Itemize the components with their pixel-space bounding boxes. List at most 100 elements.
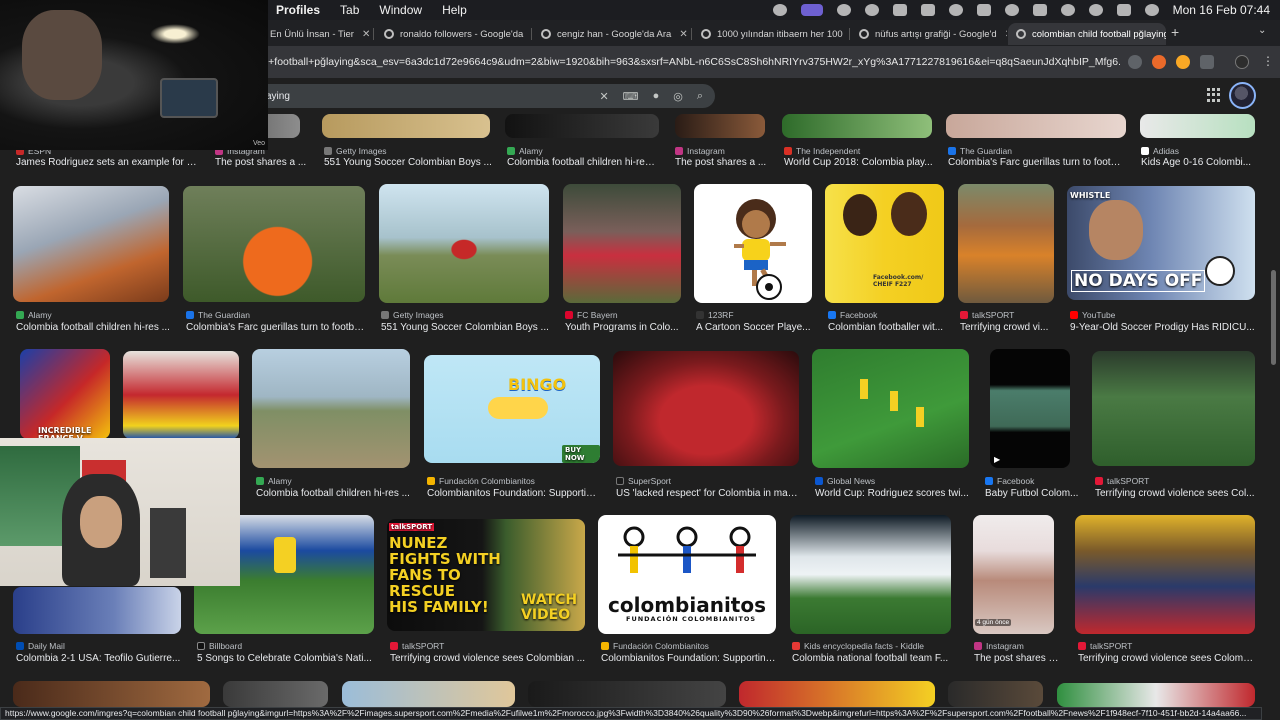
- result-title[interactable]: The post shares a ...: [215, 157, 315, 168]
- spotlight-search-icon[interactable]: [1088, 4, 1103, 16]
- tab-population[interactable]: nüfus artışı grafiği - Google'd ✕: [851, 23, 1007, 45]
- wifi-icon[interactable]: [1060, 4, 1075, 16]
- more-menu-icon[interactable]: ⋮: [1262, 54, 1274, 68]
- image-result[interactable]: INCREDIBLE FRANCE V: [20, 349, 110, 439]
- image-result[interactable]: [252, 349, 410, 468]
- result-title[interactable]: Colombia football children hi-res ...: [16, 322, 174, 333]
- result-title[interactable]: Terrifying crowd violence sees Colomb...: [1078, 653, 1255, 664]
- close-icon[interactable]: ✕: [679, 29, 687, 40]
- avatar[interactable]: [1229, 82, 1256, 109]
- google-apps-icon[interactable]: [1207, 88, 1221, 102]
- new-tab-button[interactable]: +: [1171, 24, 1179, 40]
- tab-ranking[interactable]: En Ünlü İnsan - Tier ✕: [262, 23, 372, 45]
- menu-tab[interactable]: Tab: [340, 3, 359, 17]
- menu-help[interactable]: Help: [442, 3, 467, 17]
- image-result[interactable]: [379, 184, 549, 303]
- battery-icon[interactable]: [1032, 4, 1047, 16]
- menu-text-icon[interactable]: [976, 4, 991, 16]
- result-title[interactable]: Colombia football children hi-res ...: [507, 157, 659, 168]
- result-title[interactable]: Colombia football children hi-res ...: [256, 488, 410, 499]
- siri-icon[interactable]: [1144, 4, 1159, 16]
- result-title[interactable]: 5 Songs to Celebrate Colombia's Nati...: [197, 653, 375, 664]
- image-result[interactable]: [563, 184, 681, 303]
- image-result[interactable]: [183, 186, 365, 302]
- image-result[interactable]: BINGO BUY NOW: [424, 355, 600, 463]
- profile-icon[interactable]: [1235, 55, 1249, 69]
- result-title[interactable]: Colombia's Farc guerillas turn to footba…: [186, 322, 366, 333]
- honey-extension-icon[interactable]: [1152, 55, 1166, 69]
- image-result[interactable]: ▶: [990, 349, 1070, 468]
- result-title[interactable]: Terrifying crowd vi...: [960, 322, 1055, 333]
- image-result[interactable]: WHISTLE NO DAYS OFF: [1067, 186, 1255, 300]
- image-result[interactable]: [790, 515, 951, 634]
- control-center-icon[interactable]: [1116, 4, 1131, 16]
- image-result[interactable]: [322, 114, 490, 138]
- result-title[interactable]: James Rodriguez sets an example for C...: [16, 157, 198, 168]
- menu-profiles[interactable]: Profiles: [276, 3, 320, 17]
- extension-icon[interactable]: [1176, 55, 1190, 69]
- image-result[interactable]: [739, 681, 935, 707]
- image-result[interactable]: [1140, 114, 1255, 138]
- image-result[interactable]: [946, 114, 1126, 138]
- result-title[interactable]: Kids Age 0-16 Colombi...: [1141, 157, 1255, 168]
- result-title[interactable]: Youth Programs in Colo...: [565, 322, 681, 333]
- puzzle-extensions-icon[interactable]: [1200, 55, 1214, 69]
- search-input[interactable]: aying ✕ ⌨ ● ◎ ⌕: [240, 84, 715, 108]
- image-result[interactable]: [812, 349, 969, 468]
- image-result[interactable]: [13, 587, 181, 634]
- image-result[interactable]: 4 gün önce: [973, 515, 1054, 634]
- image-result[interactable]: [1092, 351, 1255, 466]
- image-result[interactable]: [694, 184, 812, 303]
- result-title[interactable]: World Cup: Rodriguez scores twi...: [815, 488, 970, 499]
- result-title[interactable]: Colombia's Farc guerillas turn to footb.…: [948, 157, 1124, 168]
- image-result[interactable]: [613, 351, 799, 466]
- image-result[interactable]: talkSPORT NUNEZ FIGHTS WITH FANS TO RESC…: [387, 519, 585, 631]
- creative-cloud-icon[interactable]: [772, 4, 787, 16]
- tab-cengiz-han[interactable]: cengiz han - Google'da Ara ✕: [533, 23, 691, 45]
- page-scrollbar[interactable]: [1271, 270, 1276, 365]
- image-result[interactable]: [782, 114, 932, 138]
- microphone-icon[interactable]: ●: [653, 90, 660, 103]
- image-result[interactable]: [1075, 515, 1255, 634]
- result-title[interactable]: Colombianitos Foundation: Supportin...: [427, 488, 599, 499]
- result-title[interactable]: Colombianitos Foundation: Supporting...: [601, 653, 777, 664]
- image-result[interactable]: [958, 184, 1054, 303]
- result-title[interactable]: 551 Young Soccer Colombian Boys ...: [381, 322, 549, 333]
- result-title[interactable]: Terrifying crowd violence sees Colombian…: [390, 653, 586, 664]
- menu-bar-clock[interactable]: Mon 16 Feb 07:44: [1173, 3, 1270, 17]
- image-result[interactable]: [13, 681, 210, 707]
- image-result[interactable]: [223, 681, 328, 707]
- result-title[interactable]: Colombia national football team F...: [792, 653, 952, 664]
- image-result[interactable]: [528, 681, 726, 707]
- tab-colombian-child-football[interactable]: colombian child football pğlaying ✕: [1008, 23, 1166, 45]
- tab-1000-years[interactable]: 1000 yılından itibaern her 100✕: [693, 23, 849, 45]
- result-title[interactable]: Baby Futbol Colom...: [985, 488, 1080, 499]
- image-result[interactable]: [675, 114, 765, 138]
- github-icon[interactable]: [864, 4, 879, 16]
- pen-icon[interactable]: [920, 4, 935, 16]
- result-title[interactable]: Colombia 2-1 USA: Teofilo Gutierre...: [16, 653, 186, 664]
- screen-recorder-icon[interactable]: [800, 4, 823, 16]
- image-result[interactable]: [123, 351, 239, 439]
- result-title[interactable]: A Cartoon Soccer Playe...: [696, 322, 812, 333]
- keyboard-icon[interactable]: ⌨: [623, 90, 639, 103]
- tab-ronaldo[interactable]: ronaldo followers - Google'da✕: [376, 23, 531, 45]
- image-result[interactable]: [1057, 683, 1255, 707]
- result-title[interactable]: Terrifying crowd violence sees Col...: [1095, 488, 1255, 499]
- lens-extension-icon[interactable]: [1128, 55, 1142, 69]
- close-icon[interactable]: ✕: [362, 29, 370, 40]
- chevron-down-icon[interactable]: ⌄: [1258, 25, 1266, 36]
- image-result[interactable]: [505, 114, 659, 138]
- menu-window[interactable]: Window: [379, 3, 422, 17]
- clear-icon[interactable]: ✕: [599, 90, 608, 103]
- image-result[interactable]: [342, 681, 515, 707]
- clipboard-icon[interactable]: [892, 4, 907, 16]
- image-result[interactable]: Facebook.com/ CHEIF F227: [825, 184, 944, 303]
- address-bar[interactable]: ld+football+pğlaying&sca_esv=6a3dc1d72e9…: [260, 51, 1120, 73]
- headphones-icon[interactable]: [1004, 4, 1019, 16]
- result-title[interactable]: US 'lacked respect' for Colombia in mau.…: [616, 488, 799, 499]
- record-dot-icon[interactable]: [836, 4, 851, 16]
- messages-icon[interactable]: [948, 4, 963, 16]
- close-icon[interactable]: ✕: [1005, 29, 1007, 40]
- result-title[interactable]: Colombian footballer wit...: [828, 322, 944, 333]
